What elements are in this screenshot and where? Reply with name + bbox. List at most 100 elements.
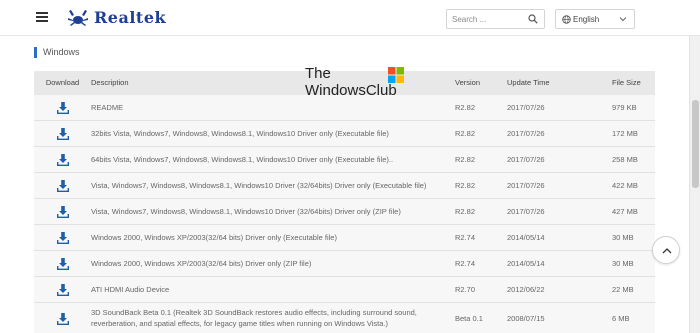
- row-version: R2.82: [455, 121, 507, 146]
- row-file-size: 979 KB: [611, 95, 655, 120]
- download-cell: [34, 303, 91, 333]
- search-input[interactable]: [452, 12, 524, 26]
- language-select[interactable]: English: [555, 9, 635, 29]
- row-file-size: 6 MB: [611, 303, 655, 333]
- row-file-size: 30 MB: [611, 225, 655, 250]
- version-text: R2.70: [455, 285, 476, 294]
- version-text: R2.82: [455, 155, 476, 164]
- description-text: Vista, Windows7, Windows8, Windows8.1, W…: [91, 207, 401, 216]
- row-version: Beta 0.1: [455, 303, 507, 333]
- file-size-text: 258 MB: [612, 155, 638, 164]
- row-version: R2.74: [455, 251, 507, 276]
- menu-icon[interactable]: [36, 12, 48, 22]
- file-size-text: 427 MB: [612, 207, 638, 216]
- version-text: R2.74: [455, 233, 476, 242]
- version-text: R2.82: [455, 129, 476, 138]
- download-icon[interactable]: [56, 231, 70, 245]
- row-update-time: 2017/07/26: [507, 199, 611, 224]
- row-description: 64bits Vista, Windows7, Windows8, Window…: [91, 147, 455, 172]
- table-row: Windows 2000, Windows XP/2003(32/64 bits…: [34, 251, 655, 277]
- table-row: Vista, Windows7, Windows8, Windows8.1, W…: [34, 199, 655, 225]
- row-update-time: 2014/05/14: [507, 225, 611, 250]
- download-cell: [34, 225, 91, 250]
- row-version: R2.82: [455, 147, 507, 172]
- file-size-text: 30 MB: [612, 259, 634, 268]
- version-text: R2.82: [455, 207, 476, 216]
- description-text: 32bits Vista, Windows7, Windows8, Window…: [91, 129, 389, 138]
- row-file-size: 258 MB: [611, 147, 655, 172]
- update-time-text: 2017/07/26: [507, 155, 545, 164]
- row-update-time: 2012/06/22: [507, 277, 611, 302]
- col-header-file-size: File Size: [612, 78, 641, 87]
- file-size-text: 22 MB: [612, 285, 634, 294]
- row-version: R2.70: [455, 277, 507, 302]
- realtek-logo[interactable]: Realtek: [66, 8, 166, 28]
- row-description: ATI HDMI Audio Device: [91, 277, 455, 302]
- table-row: ATI HDMI Audio Device R2.70 2012/06/22 22 M…: [34, 277, 655, 303]
- update-time-text: 2017/07/26: [507, 181, 545, 190]
- back-to-top-button[interactable]: [652, 236, 680, 264]
- chevron-up-icon: [662, 248, 672, 254]
- language-label: English: [573, 15, 600, 24]
- update-time-text: 2017/07/26: [507, 129, 545, 138]
- description-text: README: [91, 103, 124, 112]
- row-file-size: 172 MB: [611, 121, 655, 146]
- page-scrollbar[interactable]: [689, 36, 700, 333]
- download-cell: [34, 251, 91, 276]
- description-text: Windows 2000, Windows XP/2003(32/64 bits…: [91, 233, 337, 242]
- search-box[interactable]: [446, 9, 545, 29]
- file-size-text: 979 KB: [612, 103, 637, 112]
- row-file-size: 427 MB: [611, 199, 655, 224]
- update-time-text: 2014/05/14: [507, 259, 545, 268]
- download-icon[interactable]: [56, 101, 70, 115]
- row-version: R2.82: [455, 173, 507, 198]
- row-update-time: 2017/07/26: [507, 173, 611, 198]
- description-text: Vista, Windows7, Windows8, Windows8.1, W…: [91, 181, 427, 190]
- download-cell: [34, 121, 91, 146]
- download-cell: [34, 95, 91, 120]
- description-text: ATI HDMI Audio Device: [91, 285, 170, 294]
- download-icon[interactable]: [56, 312, 70, 326]
- download-cell: [34, 147, 91, 172]
- update-time-text: 2017/07/26: [507, 103, 545, 112]
- version-text: R2.82: [455, 181, 476, 190]
- row-description: 3D SoundBack Beta 0.1 (Realtek 3D SoundB…: [91, 303, 455, 333]
- row-file-size: 22 MB: [611, 277, 655, 302]
- downloads-table: Download Description Version Update Time…: [34, 71, 655, 333]
- download-cell: [34, 173, 91, 198]
- col-header-download: Download: [45, 78, 80, 87]
- table-row: Windows 2000, Windows XP/2003(32/64 bits…: [34, 225, 655, 251]
- col-header-update-time: Update Time: [507, 78, 550, 87]
- row-description: Windows 2000, Windows XP/2003(32/64 bits…: [91, 251, 455, 276]
- download-icon[interactable]: [56, 153, 70, 167]
- file-size-text: 422 MB: [612, 181, 638, 190]
- row-description: Vista, Windows7, Windows8, Windows8.1, W…: [91, 199, 455, 224]
- update-time-text: 2012/06/22: [507, 285, 545, 294]
- file-size-text: 6 MB: [612, 314, 630, 323]
- description-text: 3D SoundBack Beta 0.1 (Realtek 3D SoundB…: [91, 308, 417, 328]
- download-icon[interactable]: [56, 283, 70, 297]
- version-text: R2.74: [455, 259, 476, 268]
- table-row: Vista, Windows7, Windows8, Windows8.1, W…: [34, 173, 655, 199]
- download-icon[interactable]: [56, 257, 70, 271]
- row-description: Windows 2000, Windows XP/2003(32/64 bits…: [91, 225, 455, 250]
- row-version: R2.82: [455, 95, 507, 120]
- table-row: 32bits Vista, Windows7, Windows8, Window…: [34, 121, 655, 147]
- section-accent-bar: [34, 46, 37, 58]
- download-icon[interactable]: [56, 179, 70, 193]
- download-icon[interactable]: [56, 205, 70, 219]
- table-body: README R2.82 2017/07/26 979 KB 32bits Vista,…: [34, 95, 655, 333]
- description-text: Windows 2000, Windows XP/2003(32/64 bits…: [91, 259, 312, 268]
- row-version: R2.74: [455, 225, 507, 250]
- download-icon[interactable]: [56, 127, 70, 141]
- file-size-text: 172 MB: [612, 129, 638, 138]
- update-time-text: 2014/05/14: [507, 233, 545, 242]
- row-update-time: 2017/07/26: [507, 95, 611, 120]
- row-description: Vista, Windows7, Windows8, Windows8.1, W…: [91, 173, 455, 198]
- download-cell: [34, 277, 91, 302]
- search-icon[interactable]: [528, 14, 538, 24]
- row-file-size: 422 MB: [611, 173, 655, 198]
- scrollbar-thumb[interactable]: [692, 100, 699, 188]
- chevron-down-icon: [619, 17, 627, 22]
- table-row: 64bits Vista, Windows7, Windows8, Window…: [34, 147, 655, 173]
